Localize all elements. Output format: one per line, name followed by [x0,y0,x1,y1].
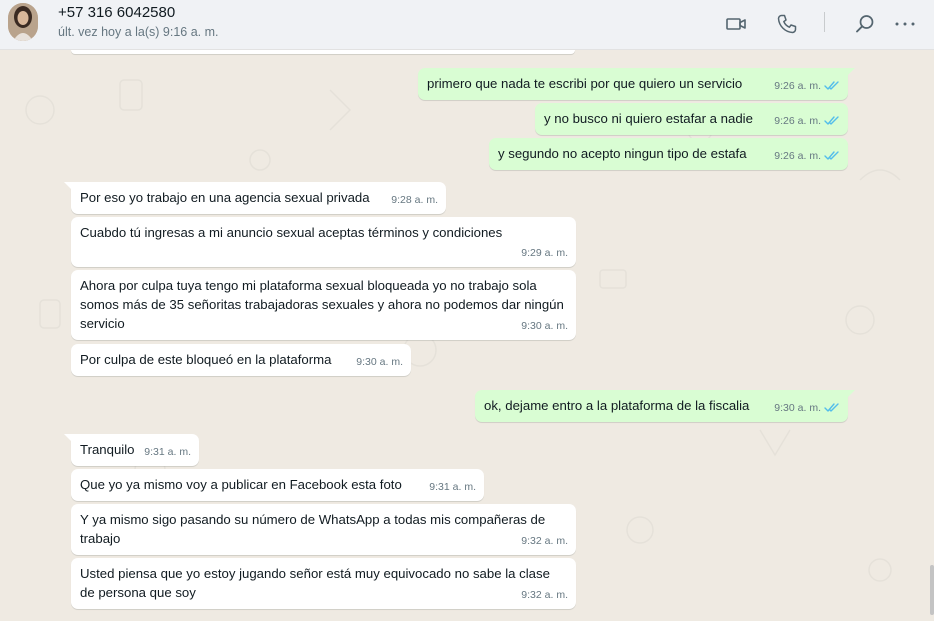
message-bubble-incoming[interactable]: Tranquilo 9:31 a. m. [64,434,199,466]
header-divider [824,12,825,32]
voice-call-icon[interactable] [775,12,799,36]
message-text: ok, dejame entro a la plataforma de la f… [484,398,750,413]
chat-header: +57 316 6042580 últ. vez hoy a la(s) 9:1… [0,0,934,50]
message-text: Y ya mismo sigo pasando su número de Wha… [80,512,546,546]
message-text: Por culpa de este bloqueó en la platafor… [80,352,332,367]
message-text: Que yo ya mismo voy a publicar en Facebo… [80,477,402,492]
message-time: 9:30 a. m. [774,402,821,414]
message-time: 9:30 a. m. [356,356,403,368]
chat-scrollbar[interactable] [930,565,934,615]
read-receipt-icon [824,403,839,412]
message-time: 9:32 a. m. [521,535,568,547]
contact-avatar[interactable] [8,3,38,41]
message-bubble-outgoing[interactable]: ok, dejame entro a la plataforma de la f… [475,390,855,422]
message-bubble-incoming[interactable]: Que yo ya mismo voy a publicar en Facebo… [71,469,484,501]
message-meta: 9:26 a. m. [774,147,840,166]
message-time: 9:31 a. m. [144,446,191,458]
message-text: Tranquilo [80,442,135,457]
avatar-photo [8,3,38,41]
message-time: 9:31 a. m. [429,481,476,493]
message-time: 9:28 a. m. [391,194,438,206]
video-call-icon[interactable] [724,12,748,36]
message-bubble-incoming[interactable]: Cuabdo tú ingresas a mi anuncio sexual a… [71,217,576,267]
message-bubble-incoming[interactable]: Usted piensa que yo estoy jugando señor … [71,558,576,609]
message-time: 9:32 a. m. [521,589,568,601]
message-text: Cuabdo tú ingresas a mi anuncio sexual a… [80,225,503,240]
message-bubble-incoming[interactable]: Por culpa de este bloqueó en la platafor… [71,344,411,376]
search-icon[interactable] [853,12,877,36]
menu-icon[interactable] [893,12,917,36]
message-text: Ahora por culpa tuya tengo mi plataforma… [80,278,564,331]
message-text: y no busco ni quiero estafar a nadie [544,111,753,126]
message-text: Por eso yo trabajo en una agencia sexual… [80,190,370,205]
read-receipt-icon [824,151,839,160]
message-bubble-incoming[interactable]: Y ya mismo sigo pasando su número de Wha… [71,504,576,555]
contact-name[interactable]: +57 316 6042580 [58,4,175,21]
message-bubble-outgoing[interactable]: primero que nada te escribi por que quie… [418,68,855,100]
message-text: Usted piensa que yo estoy jugando señor … [80,566,550,600]
message-bubble-outgoing[interactable]: y no busco ni quiero estafar a nadie 9:2… [535,103,848,135]
message-text: y segundo no acepto ningun tipo de estaf… [498,146,747,161]
message-bubble-incoming[interactable]: Por eso yo trabajo en una agencia sexual… [64,182,446,214]
message-time: 9:26 a. m. [774,80,821,92]
message-time: 9:30 a. m. [521,320,568,332]
message-text: primero que nada te escribi por que quie… [427,76,743,91]
message-bubble-outgoing[interactable]: y segundo no acepto ningun tipo de estaf… [489,138,848,170]
message-bubble-incoming[interactable]: Ahora por culpa tuya tengo mi plataforma… [71,270,576,340]
message-meta: 9:30 a. m. [774,399,840,418]
read-receipt-icon [824,116,839,125]
message-meta: 9:26 a. m. [774,112,840,131]
chat-area: primero que nada te escribi por que quie… [0,50,934,621]
message-time: 9:29 a. m. [521,247,568,259]
previous-message-edge [71,50,575,54]
last-seen-status: últ. vez hoy a la(s) 9:16 a. m. [58,25,219,39]
message-time: 9:26 a. m. [774,150,821,162]
message-meta: 9:26 a. m. [774,77,840,96]
read-receipt-icon [824,81,839,90]
message-time: 9:26 a. m. [774,115,821,127]
